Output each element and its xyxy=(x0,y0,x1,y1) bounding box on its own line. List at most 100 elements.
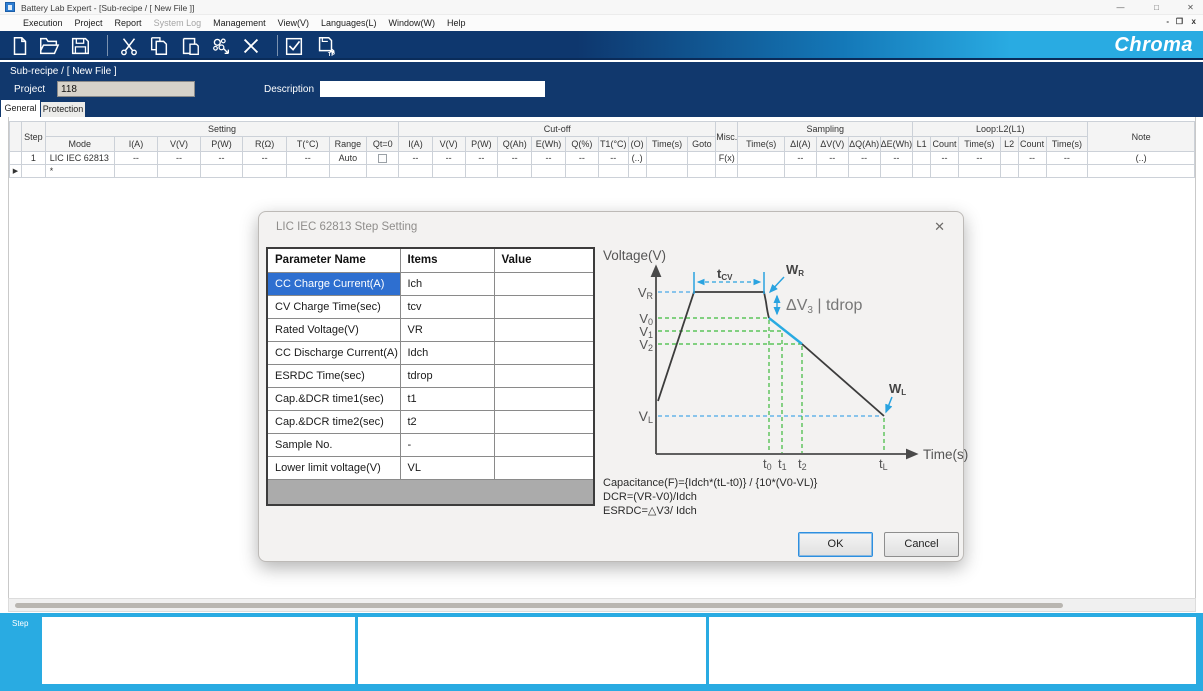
grid-cell-step-row1[interactable]: 1 xyxy=(21,152,45,165)
col-header-note[interactable]: Note xyxy=(1088,122,1195,152)
grid-cell-l2_time-row1[interactable]: -- xyxy=(1046,152,1088,165)
project-input[interactable]: 118 xyxy=(57,81,195,97)
grid-cell-l1_time-row1[interactable]: -- xyxy=(958,152,1000,165)
col-header-l2_count[interactable]: Count xyxy=(1018,137,1046,152)
menu-system-log[interactable]: System Log xyxy=(154,18,202,28)
grid-cell-l2_count-row2[interactable] xyxy=(1018,165,1046,178)
grid-cell-l2-row2[interactable] xyxy=(1000,165,1018,178)
mdi-restore-button[interactable]: ❐ xyxy=(1176,17,1183,26)
param-name-1[interactable]: CC Charge Current(A) xyxy=(267,272,400,295)
col-header-c_i[interactable]: I(A) xyxy=(399,137,433,152)
mdi-minimize-button[interactable]: - xyxy=(1166,17,1169,26)
grid-cell-c_qpct-row2[interactable] xyxy=(565,165,598,178)
grid-cell-l1-row1[interactable] xyxy=(913,152,931,165)
new-file-button[interactable] xyxy=(9,35,31,57)
grid-cell-c_ewh-row2[interactable] xyxy=(532,165,566,178)
cancel-button[interactable]: Cancel xyxy=(884,532,959,557)
grid-cell-sm_di-row2[interactable] xyxy=(785,165,817,178)
grid-cell-l1_time-row2[interactable] xyxy=(958,165,1000,178)
param-item-9[interactable]: VL xyxy=(400,456,494,479)
param-item-2[interactable]: tcv xyxy=(400,295,494,318)
col-header-step[interactable]: Step xyxy=(21,122,45,152)
grid-cell-sm_time-row2[interactable] xyxy=(738,165,785,178)
col-header-l2_time[interactable]: Time(s) xyxy=(1046,137,1088,152)
col-header-c_v[interactable]: V(V) xyxy=(432,137,465,152)
grid-cell-sm_dv-row2[interactable] xyxy=(816,165,848,178)
col-header-c_qah[interactable]: Q(Ah) xyxy=(498,137,532,152)
tab-general[interactable]: General xyxy=(1,100,40,117)
param-value-2[interactable] xyxy=(494,295,594,318)
param-value-4[interactable] xyxy=(494,341,594,364)
grid-cell-qt0-row2[interactable] xyxy=(367,165,399,178)
cut-button[interactable] xyxy=(118,35,140,57)
grid-cell-c_time-row2[interactable] xyxy=(646,165,688,178)
grid-cell-sm_dv-row1[interactable]: -- xyxy=(816,152,848,165)
grid-cell-sm_dq-row2[interactable] xyxy=(848,165,880,178)
param-item-1[interactable]: Ich xyxy=(400,272,494,295)
qt0-checkbox[interactable] xyxy=(378,154,387,163)
param-value-7[interactable] xyxy=(494,410,594,433)
window-maximize-button[interactable]: □ xyxy=(1150,1,1163,14)
col-header-misc[interactable]: Misc. xyxy=(716,122,738,152)
grid-cell-s_r-row1[interactable]: -- xyxy=(243,152,287,165)
param-item-8[interactable]: - xyxy=(400,433,494,456)
delete-button[interactable] xyxy=(240,35,262,57)
grid-cell-s_v-row1[interactable]: -- xyxy=(158,152,201,165)
col-header-l1_time[interactable]: Time(s) xyxy=(958,137,1000,152)
col-header-c_p[interactable]: P(W) xyxy=(465,137,498,152)
open-file-button[interactable] xyxy=(38,35,60,57)
col-header-l1_count[interactable]: Count xyxy=(931,137,959,152)
grid-cell-c_qah-row1[interactable]: -- xyxy=(498,152,532,165)
col-header-sm_dv[interactable]: ΔV(V) xyxy=(816,137,848,152)
copy-button[interactable] xyxy=(148,35,170,57)
grid-cell-c_v-row2[interactable] xyxy=(432,165,465,178)
grid-cell-c_qpct-row1[interactable]: -- xyxy=(565,152,598,165)
grid-cell-c_o-row2[interactable] xyxy=(628,165,646,178)
param-value-1[interactable] xyxy=(494,272,594,295)
grid-cell-c_i-row1[interactable]: -- xyxy=(399,152,433,165)
menu-execution[interactable]: Execution xyxy=(23,18,63,28)
grid-cell-c_v-row1[interactable]: -- xyxy=(432,152,465,165)
menu-management[interactable]: Management xyxy=(213,18,266,28)
col-header-c_qpct[interactable]: Q(%) xyxy=(565,137,598,152)
grid-cell-c_p-row1[interactable]: -- xyxy=(465,152,498,165)
col-header-c_time[interactable]: Time(s) xyxy=(646,137,688,152)
grid-cell-s_p-row2[interactable] xyxy=(200,165,243,178)
param-value-5[interactable] xyxy=(494,364,594,387)
col-header-range[interactable]: Range xyxy=(329,137,367,152)
param-item-5[interactable]: tdrop xyxy=(400,364,494,387)
ok-button[interactable]: OK xyxy=(798,532,873,557)
param-name-5[interactable]: ESRDC Time(sec) xyxy=(267,364,400,387)
param-item-7[interactable]: t2 xyxy=(400,410,494,433)
grid-cell-s_i-row1[interactable]: -- xyxy=(114,152,157,165)
grid-cell-range-row2[interactable] xyxy=(329,165,367,178)
grid-cell-l1_count-row2[interactable] xyxy=(931,165,959,178)
grid-cell-sm_time-row1[interactable] xyxy=(738,152,785,165)
col-header-s_r[interactable]: R(Ω) xyxy=(243,137,287,152)
grid-cell-c_qah-row2[interactable] xyxy=(498,165,532,178)
grid-cell-s_v-row2[interactable] xyxy=(158,165,201,178)
col-header-s_t[interactable]: T(°C) xyxy=(286,137,329,152)
grid-cell-misc-row1[interactable]: F(x) xyxy=(716,152,738,165)
grid-cell-qt0-row1[interactable] xyxy=(367,152,399,165)
dialog-close-icon[interactable]: ✕ xyxy=(934,219,945,235)
col-header-sm_di[interactable]: ΔI(A) xyxy=(785,137,817,152)
mdi-close-button[interactable]: x xyxy=(1192,17,1196,26)
grid-cell-mode-row1[interactable]: LIC IEC 62813 xyxy=(45,152,114,165)
paste-special-button[interactable] xyxy=(210,35,232,57)
grid-cell-l2_time-row2[interactable] xyxy=(1046,165,1088,178)
col-header-c_t1[interactable]: T1(°C) xyxy=(598,137,628,152)
grid-cell-c_t1-row1[interactable]: -- xyxy=(598,152,628,165)
col-header-sm_time[interactable]: Time(s) xyxy=(738,137,785,152)
col-header-s_v[interactable]: V(V) xyxy=(158,137,201,152)
grid-cell-c_ewh-row1[interactable]: -- xyxy=(532,152,566,165)
col-header-sm_dq[interactable]: ΔQ(Ah) xyxy=(848,137,880,152)
grid-cell-c_p-row2[interactable] xyxy=(465,165,498,178)
grid-cell-sm_dq-row1[interactable]: -- xyxy=(848,152,880,165)
param-name-2[interactable]: CV Charge Time(sec) xyxy=(267,295,400,318)
grid-cell-step-row2[interactable] xyxy=(21,165,45,178)
param-value-3[interactable] xyxy=(494,318,594,341)
save-ltp-button[interactable]: TP xyxy=(315,35,337,57)
grid-cell-l1-row2[interactable] xyxy=(913,165,931,178)
col-header-goto[interactable]: Goto xyxy=(688,137,716,152)
